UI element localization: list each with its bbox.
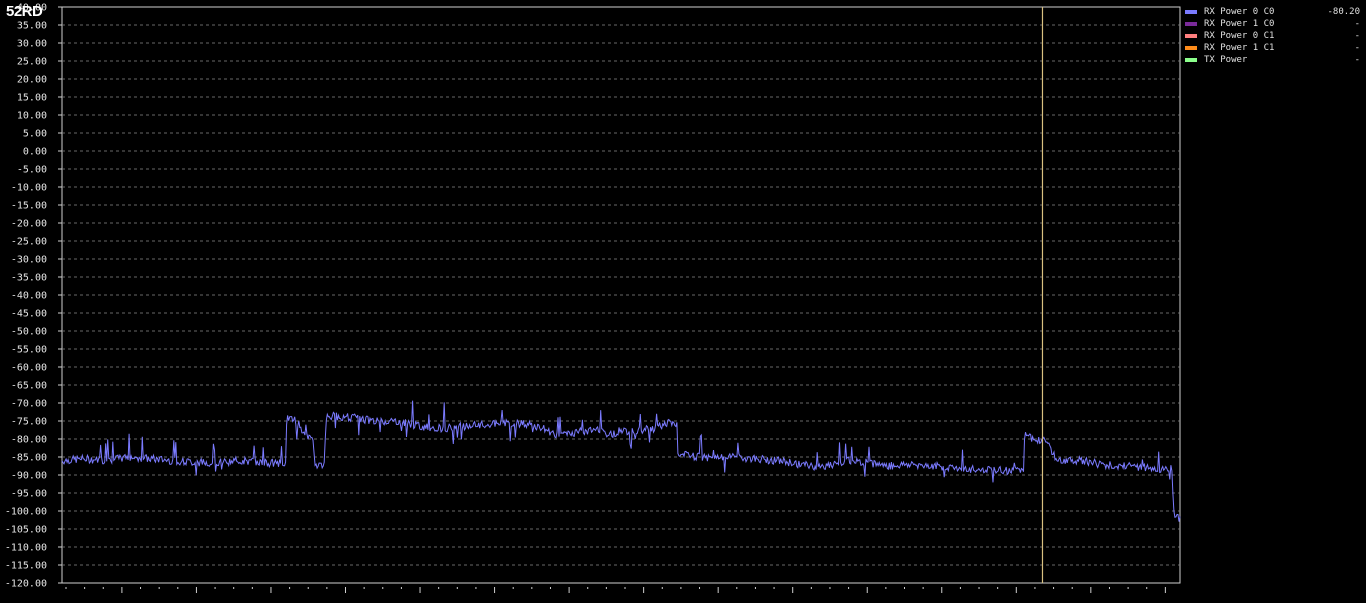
legend-value: -80.20: [1327, 7, 1360, 17]
y-tick-label: -75.00: [11, 417, 47, 428]
y-tick-label: -90.00: [11, 471, 47, 482]
legend-swatch: [1185, 46, 1197, 50]
y-tick-label: -95.00: [11, 489, 47, 500]
y-tick-label: -120.00: [5, 579, 47, 590]
y-tick-label: -55.00: [11, 345, 47, 356]
y-tick-label: 30.00: [17, 39, 47, 50]
y-tick-label: -105.00: [5, 525, 47, 536]
y-tick-label: -110.00: [5, 543, 47, 554]
chart-window: 40.00 35.00 30.00 25.00 20.00 15.00 10.00 5.00 0…: [0, 0, 1366, 603]
legend-swatch: [1185, 34, 1197, 38]
y-tick-label: 15.00: [17, 93, 47, 104]
y-tick-label: -100.00: [5, 507, 47, 518]
legend-label: RX Power 1 C1: [1204, 43, 1275, 53]
legend-value: -: [1354, 55, 1360, 65]
legend-swatch: [1185, 10, 1197, 14]
legend-value: -: [1354, 19, 1360, 29]
y-tick-label: -115.00: [5, 561, 47, 572]
legend-value: -: [1354, 31, 1360, 41]
legend-item: RX Power 1 C0 -: [1184, 18, 1360, 30]
y-tick-label: 0.00: [23, 147, 47, 158]
watermark-logo: 52RD: [6, 3, 43, 20]
y-tick-label: 25.00: [17, 57, 47, 68]
y-tick-label: -70.00: [11, 399, 47, 410]
legend-swatch: [1185, 22, 1197, 26]
legend-label: RX Power 0 C1: [1204, 31, 1275, 41]
y-tick-label: -65.00: [11, 381, 47, 392]
legend-item: RX Power 0 C1 -: [1184, 30, 1360, 42]
legend-label: RX Power 0 C0: [1204, 7, 1275, 17]
legend-item: RX Power 1 C1 -: [1184, 42, 1360, 54]
legend-label: RX Power 1 C0: [1204, 19, 1275, 29]
legend-item: TX Power -: [1184, 54, 1360, 66]
y-tick-label: -15.00: [11, 201, 47, 212]
rx-power-chart: 40.0035.0030.0025.0020.0015.0010.005.000…: [5, 3, 1181, 593]
y-tick-label: -40.00: [11, 291, 47, 302]
series-line-rx-power-0-c0: [61, 400, 1181, 522]
y-tick-label: -20.00: [11, 219, 47, 230]
legend-label: TX Power: [1204, 55, 1248, 65]
legend-swatch: [1185, 58, 1197, 62]
y-tick-label: -45.00: [11, 309, 47, 320]
legend-item: RX Power 0 C0 -80.20: [1184, 6, 1360, 18]
y-tick-label: 5.00: [23, 129, 47, 140]
y-tick-label: -85.00: [11, 453, 47, 464]
y-tick-label: -80.00: [11, 435, 47, 446]
y-tick-label: -30.00: [11, 255, 47, 266]
legend: RX Power 0 C0 -80.20 RX Power 1 C0- RX Powe…: [1184, 6, 1360, 66]
y-tick-label: -10.00: [11, 183, 47, 194]
y-tick-label: -50.00: [11, 327, 47, 338]
y-tick-label: -60.00: [11, 363, 47, 374]
legend-value: -: [1354, 43, 1360, 53]
y-tick-label: 10.00: [17, 111, 47, 122]
y-tick-label: 20.00: [17, 75, 47, 86]
y-tick-label: 35.00: [17, 21, 47, 32]
y-tick-label: -5.00: [17, 165, 47, 176]
y-tick-label: -35.00: [11, 273, 47, 284]
y-tick-label: -25.00: [11, 237, 47, 248]
